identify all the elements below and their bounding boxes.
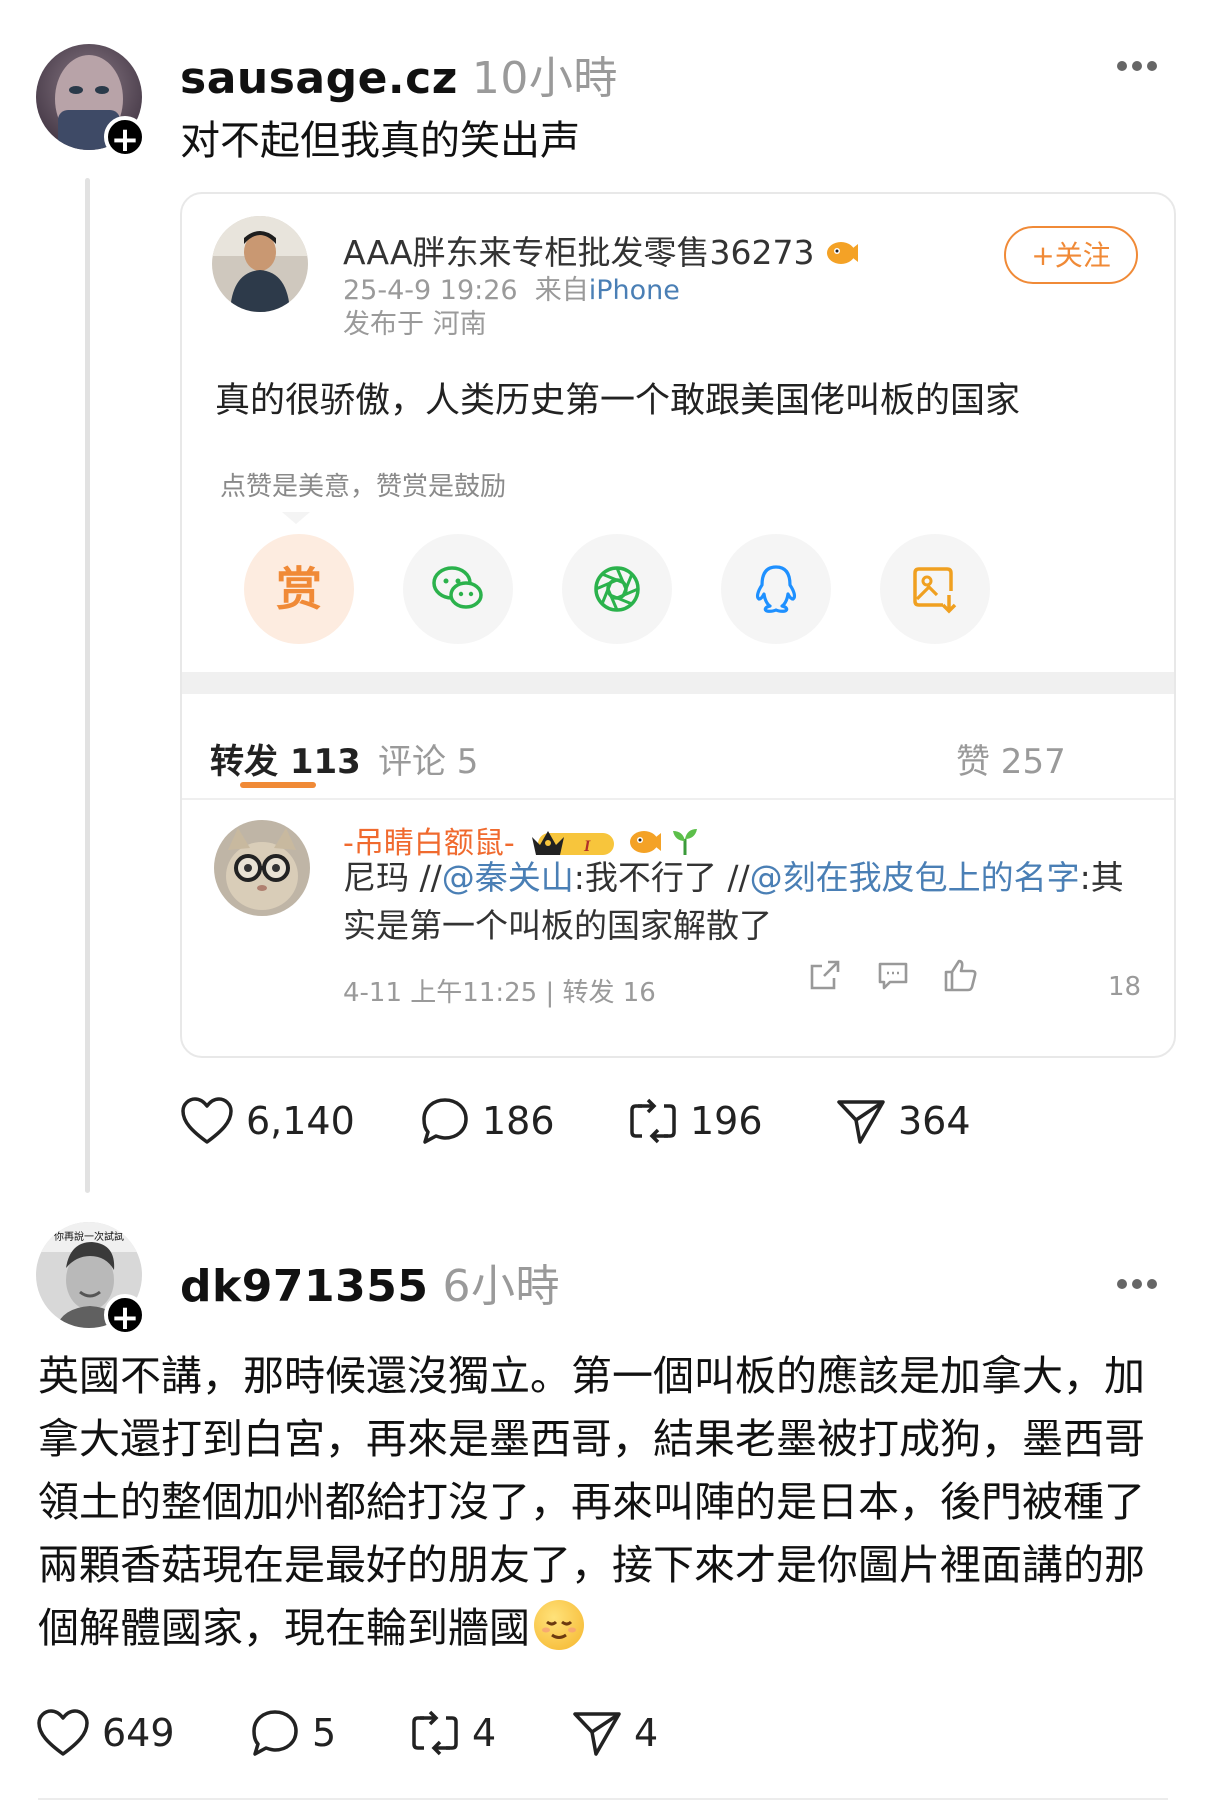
- reward-button[interactable]: 赏: [244, 534, 354, 644]
- comment-reply-icon[interactable]: [876, 958, 910, 996]
- post-text: 对不起但我真的笑出声: [180, 118, 580, 164]
- card-source[interactable]: iPhone: [589, 275, 680, 306]
- follow-plus-icon[interactable]: +: [104, 1294, 146, 1338]
- comment-meta: 4-11 上午11:25 | 转发 16: [343, 978, 656, 1008]
- card-author-name-text[interactable]: AAA胖东来专柜批发零售36273: [343, 233, 815, 272]
- qq-icon: [755, 565, 797, 613]
- post-divider: [38, 1798, 1168, 1800]
- comment-text-b: :我不行了 //: [573, 858, 750, 897]
- section-divider: [182, 672, 1174, 694]
- more-dots-icon[interactable]: [1116, 46, 1158, 81]
- mention-link[interactable]: @秦关山: [442, 858, 574, 897]
- share-button[interactable]: 364: [836, 1096, 971, 1146]
- tab-like[interactable]: 赞 257: [956, 734, 1066, 783]
- repost-count: 4: [472, 1711, 497, 1755]
- post-text: 英國不講，那時候還沒獨立。第一個叫板的應該是加拿大，加拿大還打到白宮，再來是墨西…: [38, 1345, 1178, 1660]
- tip-arrow: [282, 512, 310, 524]
- card-author-avatar[interactable]: [212, 216, 308, 312]
- send-icon: [837, 1100, 885, 1144]
- tab-active-indicator: [240, 782, 316, 788]
- like-count: 649: [102, 1711, 175, 1755]
- save-image-icon: [913, 567, 957, 614]
- moments-icon: [594, 566, 640, 612]
- wechat-icon: [432, 566, 483, 609]
- post-text-body: 英國不講，那時候還沒獨立。第一個叫板的應該是加拿大，加拿大還打到白宮，再來是墨西…: [38, 1352, 1145, 1652]
- relieved-face-icon: [534, 1600, 584, 1650]
- username-text[interactable]: sausage.cz: [180, 53, 458, 104]
- tab-comment[interactable]: 评论 5: [378, 734, 478, 783]
- comment-like-icon[interactable]: [942, 958, 978, 996]
- moments-share-button[interactable]: [562, 534, 672, 644]
- comment-bubble-icon: [422, 1098, 468, 1144]
- comment-text: 尼玛 //@秦关山:我不行了 //@刻在我皮包上的名字:其实是第一个叫板的国家解…: [343, 854, 1143, 950]
- like-count: 6,140: [246, 1099, 355, 1143]
- card-source-prefix: 来自: [534, 275, 589, 306]
- card-location: 发布于 河南: [343, 309, 487, 340]
- mention-link[interactable]: @刻在我皮包上的名字: [750, 858, 1080, 897]
- comment-button[interactable]: 186: [420, 1096, 555, 1146]
- share-count: 364: [898, 1099, 971, 1143]
- tab-separator: [182, 798, 1174, 800]
- svg-text:I: I: [583, 838, 591, 855]
- comment-like-count: 18: [1108, 972, 1142, 1002]
- heart-icon: [181, 1097, 233, 1144]
- post-username[interactable]: dk971355 6小時: [180, 1250, 560, 1314]
- comment-count: 5: [312, 1711, 337, 1755]
- comment-bubble-icon: [252, 1710, 298, 1756]
- heart-icon: [37, 1709, 89, 1756]
- card-content: 真的很骄傲，人类历史第一个敢跟美国佬叫板的国家: [215, 381, 1021, 421]
- like-button[interactable]: 6,140: [180, 1096, 355, 1146]
- repost-count: 196: [690, 1099, 763, 1143]
- follow-plus-icon[interactable]: +: [104, 116, 146, 160]
- save-image-button[interactable]: [880, 534, 990, 644]
- commenter-avatar[interactable]: [214, 820, 310, 916]
- comment-repost-icon[interactable]: [808, 958, 842, 996]
- repost-button[interactable]: 4: [410, 1708, 496, 1758]
- like-button[interactable]: 649: [36, 1708, 175, 1758]
- username-text[interactable]: dk971355: [180, 1261, 428, 1312]
- reward-icon: 赏: [276, 562, 322, 616]
- thread-line: [85, 178, 90, 1193]
- wechat-share-button[interactable]: [403, 534, 513, 644]
- repost-icon: [630, 1098, 676, 1144]
- repost-icon: [412, 1710, 458, 1756]
- send-icon: [573, 1712, 621, 1756]
- tab-repost[interactable]: 转发 113: [210, 734, 361, 783]
- reward-tip: 点赞是美意，赞赏是鼓励: [220, 472, 507, 502]
- comment-button[interactable]: 5: [250, 1708, 336, 1758]
- more-dots-icon[interactable]: [1116, 1264, 1158, 1299]
- comment-text-a: 尼玛 //: [343, 858, 442, 897]
- comment-count: 186: [482, 1099, 555, 1143]
- share-count: 4: [634, 1711, 659, 1755]
- post-time: 6小時: [442, 1261, 560, 1312]
- vip-badge-icon: [825, 237, 859, 276]
- qq-share-button[interactable]: [721, 534, 831, 644]
- follow-button[interactable]: +关注: [1004, 226, 1138, 284]
- post-username[interactable]: sausage.cz 10小時: [180, 42, 618, 106]
- quoted-weibo-card[interactable]: AAA胖东来专柜批发零售36273 25-4-9 19:26 来自iPhone …: [180, 192, 1176, 1058]
- share-button[interactable]: 4: [572, 1708, 658, 1758]
- avatar-caption: 你再說一次試試: [54, 1230, 124, 1243]
- post-time: 10小時: [471, 53, 618, 104]
- repost-button[interactable]: 196: [628, 1096, 763, 1146]
